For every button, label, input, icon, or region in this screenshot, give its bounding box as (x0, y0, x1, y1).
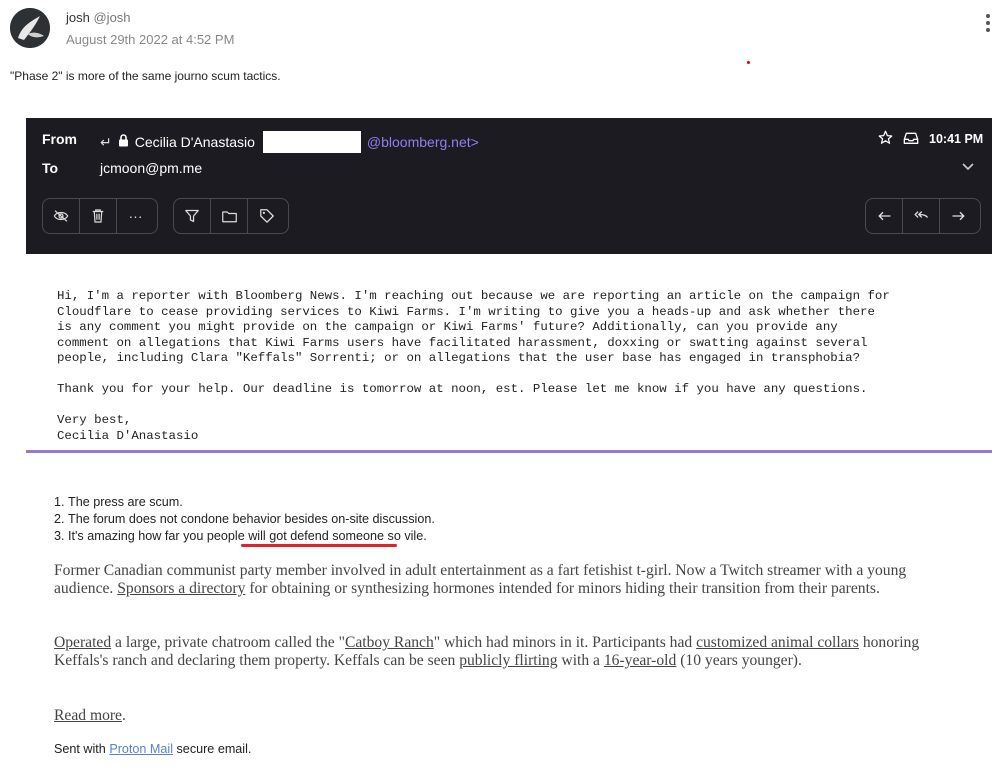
text: (10 years younger). (676, 652, 802, 669)
numbered-list: The press are scum. The forum does not c… (28, 494, 628, 545)
red-annotation-underline (241, 544, 397, 547)
text: with a (557, 652, 604, 669)
recipient-address[interactable]: jcmoon@pm.me (100, 160, 202, 176)
author-handle: @josh (93, 10, 131, 25)
text: a large, private chatroom called the " (111, 634, 345, 651)
text: " which had minors in it. Participants h… (433, 634, 697, 651)
eye-slash-icon[interactable] (43, 199, 80, 233)
email-body-line: Thank you for your help. Our deadline is… (57, 382, 868, 396)
redaction-box (262, 131, 361, 153)
stray-mark (747, 61, 750, 64)
time: 10:41 PM (929, 132, 984, 146)
reply-all-icon[interactable] (903, 199, 940, 233)
trash-icon[interactable] (80, 199, 117, 233)
text: Sent with (54, 742, 110, 756)
text: . (121, 707, 126, 724)
email-body-line: Hi, I'm a reporter with Bloomberg News. … (57, 289, 890, 303)
link[interactable]: Operated (54, 634, 111, 651)
link[interactable]: customized animal collars (696, 634, 859, 651)
email-body-line: Cecilia D'Anastasio (57, 428, 199, 443)
email-body-line: people, including Clara "Keffals" Sorren… (57, 351, 861, 365)
reply-icon: ↵ (100, 133, 112, 150)
email-body-line (57, 367, 977, 383)
from-value: ↵ Cecilia D'Anastasio @bloomberg.net> (100, 131, 479, 153)
kebab-menu-icon[interactable] (986, 14, 992, 34)
read-more-link[interactable]: Read more (54, 707, 122, 724)
email-body-line (57, 398, 977, 414)
more-icon[interactable]: ··· (117, 199, 154, 233)
proton-mail-link[interactable]: Proton Mail (109, 742, 173, 756)
list-item: The forum does not condone behavior besi… (68, 511, 628, 528)
avatar[interactable] (10, 8, 50, 48)
link[interactable]: publicly flirting (459, 652, 557, 669)
filter-icon[interactable] (174, 199, 211, 233)
email-signature: Sent with Proton Mail secure email. (54, 742, 251, 756)
paragraph: Former Canadian communist party member i… (54, 562, 954, 598)
sender-name[interactable]: Cecilia D'Anastasio (135, 134, 255, 150)
list-item: The press are scum. (68, 494, 628, 511)
tag-icon[interactable] (248, 199, 285, 233)
email-body-line: Cloudflare to cease providing services t… (57, 304, 875, 319)
paragraph: Read more. (54, 707, 954, 725)
chevron-down-icon[interactable] (962, 160, 974, 174)
post-text: "Phase 2" is more of the same journo scu… (10, 69, 281, 83)
email-body-line: comment on allegations that Kiwi Farms u… (57, 335, 868, 350)
post-date: August 29th 2022 at 4:52 PM (66, 32, 235, 47)
message-actions-group: ··· (42, 198, 158, 234)
star-icon[interactable] (878, 130, 893, 148)
mail-header: From ↵ Cecilia D'Anastasio @bloomberg.ne… (26, 118, 992, 254)
email-body: Hi, I'm a reporter with Bloomberg News. … (57, 289, 977, 444)
lock-icon (118, 134, 129, 150)
list-item: It's amazing how far you people will got… (68, 528, 628, 545)
from-label: From (42, 131, 77, 147)
inbox-icon[interactable] (903, 131, 919, 148)
reply-icon[interactable] (866, 199, 903, 233)
paragraph: Operated a large, private chatroom calle… (54, 634, 954, 670)
text: secure email. (173, 742, 252, 756)
sender-domain[interactable]: @bloomberg.net> (367, 134, 479, 150)
text: for obtaining or synthesizing hormones i… (245, 580, 880, 597)
folder-icon[interactable] (211, 199, 248, 233)
link[interactable]: 16-year-old (604, 652, 676, 669)
email-body-line: is any comment you might provide on the … (57, 320, 838, 334)
email-body-line: Very best, (57, 413, 132, 427)
quote-divider (26, 450, 992, 453)
forward-icon[interactable] (940, 199, 977, 233)
reply-actions-group (865, 198, 981, 234)
author[interactable]: josh @josh (66, 10, 131, 25)
organize-actions-group (173, 198, 289, 234)
to-label: To (42, 160, 59, 176)
link[interactable]: Catboy Ranch (345, 634, 434, 651)
author-name[interactable]: josh (66, 10, 90, 25)
link[interactable]: Sponsors a directory (117, 580, 245, 597)
time-row: 10:41 PM (878, 130, 983, 148)
